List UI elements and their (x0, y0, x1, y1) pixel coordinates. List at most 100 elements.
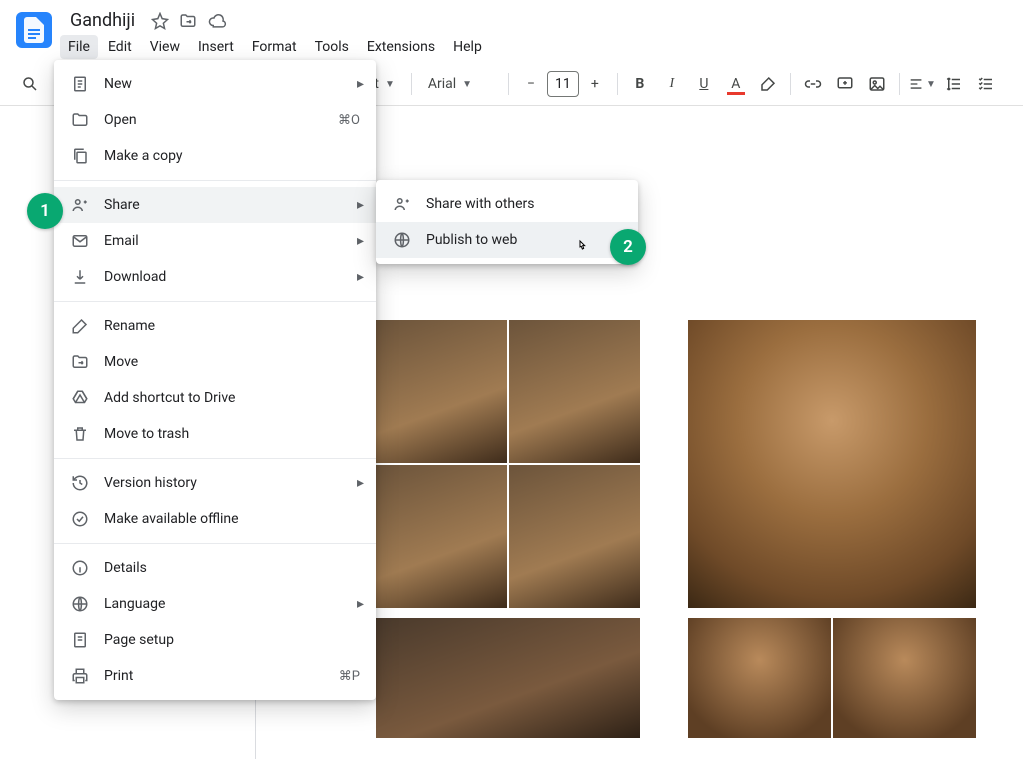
annotation-badge-2: 2 (610, 229, 646, 265)
submenu-arrow-icon: ▸ (357, 76, 364, 92)
document-image[interactable] (376, 618, 640, 738)
menu-item-new[interactable]: New ▸ (54, 66, 376, 102)
rename-icon (70, 317, 90, 335)
menu-item-label: Share (104, 197, 140, 213)
bold-button[interactable]: B (626, 70, 654, 98)
add-comment-icon[interactable] (831, 70, 859, 98)
insert-image-icon[interactable] (863, 70, 891, 98)
menu-item-label: Share with others (426, 196, 535, 212)
new-doc-icon (70, 75, 90, 93)
menu-item-label: Move (104, 354, 138, 370)
increase-font-icon[interactable]: + (581, 70, 609, 98)
decrease-font-icon[interactable]: − (517, 70, 545, 98)
page-setup-icon (70, 631, 90, 649)
globe-icon (392, 231, 412, 249)
menu-tools[interactable]: Tools (307, 35, 357, 59)
submenu-item-share-others[interactable]: Share with others (376, 186, 638, 222)
menu-item-add-shortcut[interactable]: Add shortcut to Drive (54, 380, 376, 416)
insert-link-icon[interactable] (799, 70, 827, 98)
chevron-down-icon: ▼ (385, 79, 395, 90)
menu-extensions[interactable]: Extensions (359, 35, 443, 59)
star-icon[interactable] (151, 12, 169, 30)
menubar: File Edit View Insert Format Tools Exten… (60, 33, 1007, 63)
submenu-arrow-icon: ▸ (357, 269, 364, 285)
font-size-input[interactable]: 11 (547, 71, 579, 97)
history-icon (70, 474, 90, 492)
menu-item-label: Publish to web (426, 232, 517, 248)
download-icon (70, 268, 90, 286)
menu-item-move[interactable]: Move (54, 344, 376, 380)
font-name: Arial (428, 76, 456, 92)
trash-icon (70, 425, 90, 443)
separator (411, 73, 412, 95)
menu-item-label: Page setup (104, 632, 174, 648)
menu-item-offline[interactable]: Make available offline (54, 501, 376, 537)
copy-icon (70, 147, 90, 165)
menu-separator (54, 543, 376, 544)
menu-item-download[interactable]: Download ▸ (54, 259, 376, 295)
menu-view[interactable]: View (142, 35, 188, 59)
submenu-arrow-icon: ▸ (357, 475, 364, 491)
menu-item-open[interactable]: Open ⌘O (54, 102, 376, 138)
menu-item-version-history[interactable]: Version history ▸ (54, 465, 376, 501)
file-menu-dropdown: New ▸ Open ⌘O Make a copy Share ▸ Email … (54, 60, 376, 700)
menu-item-label: New (104, 76, 132, 92)
menu-item-label: Add shortcut to Drive (104, 390, 235, 406)
text-color-button[interactable]: A (722, 70, 750, 98)
menu-item-details[interactable]: Details (54, 550, 376, 586)
search-menus-icon[interactable] (16, 70, 44, 98)
globe-icon (70, 595, 90, 613)
app-header: Gandhiji File Edit View Insert Format To… (0, 0, 1023, 63)
document-image[interactable] (688, 320, 976, 608)
menu-item-label: Make a copy (104, 148, 183, 164)
align-dropdown[interactable]: ▼ (908, 70, 936, 98)
separator (899, 73, 900, 95)
menu-edit[interactable]: Edit (100, 35, 140, 59)
menu-insert[interactable]: Insert (190, 35, 242, 59)
menu-item-label: Open (104, 112, 137, 128)
document-title[interactable]: Gandhiji (64, 8, 141, 33)
menu-separator (54, 301, 376, 302)
document-image[interactable] (376, 320, 640, 608)
font-size-control: − 11 + (517, 70, 609, 98)
menu-item-label: Move to trash (104, 426, 189, 442)
menu-file[interactable]: File (60, 35, 98, 59)
folder-icon (70, 111, 90, 129)
print-icon (70, 667, 90, 685)
email-icon (70, 232, 90, 250)
document-image[interactable] (688, 618, 976, 738)
menu-item-print[interactable]: Print ⌘P (54, 658, 376, 694)
menu-item-label: Email (104, 233, 139, 249)
move-folder-icon[interactable] (179, 12, 197, 30)
chevron-down-icon: ▼ (926, 79, 936, 90)
menu-item-label: Rename (104, 318, 155, 334)
line-spacing-icon[interactable] (940, 70, 968, 98)
docs-logo[interactable] (16, 12, 52, 48)
italic-button[interactable]: I (658, 70, 686, 98)
menu-item-label: Language (104, 596, 165, 612)
menu-item-email[interactable]: Email ▸ (54, 223, 376, 259)
submenu-arrow-icon: ▸ (357, 197, 364, 213)
submenu-arrow-icon: ▸ (357, 233, 364, 249)
font-dropdown[interactable]: Arial▼ (420, 69, 500, 99)
drive-shortcut-icon (70, 389, 90, 407)
menu-item-share[interactable]: Share ▸ (54, 187, 376, 223)
share-submenu: Share with others Publish to web (376, 180, 638, 264)
menu-format[interactable]: Format (244, 35, 305, 59)
menu-item-language[interactable]: Language ▸ (54, 586, 376, 622)
cursor-pointer-icon (574, 238, 590, 260)
cloud-status-icon[interactable] (207, 12, 227, 30)
checklist-icon[interactable] (972, 70, 1000, 98)
highlight-button[interactable] (754, 70, 782, 98)
menu-item-make-copy[interactable]: Make a copy (54, 138, 376, 174)
annotation-badge-1: 1 (27, 193, 63, 229)
submenu-item-publish-web[interactable]: Publish to web (376, 222, 638, 258)
menu-item-trash[interactable]: Move to trash (54, 416, 376, 452)
menu-item-page-setup[interactable]: Page setup (54, 622, 376, 658)
underline-button[interactable]: U (690, 70, 718, 98)
menu-help[interactable]: Help (445, 35, 490, 59)
menu-item-rename[interactable]: Rename (54, 308, 376, 344)
menu-item-label: Download (104, 269, 166, 285)
separator (508, 73, 509, 95)
submenu-arrow-icon: ▸ (357, 596, 364, 612)
